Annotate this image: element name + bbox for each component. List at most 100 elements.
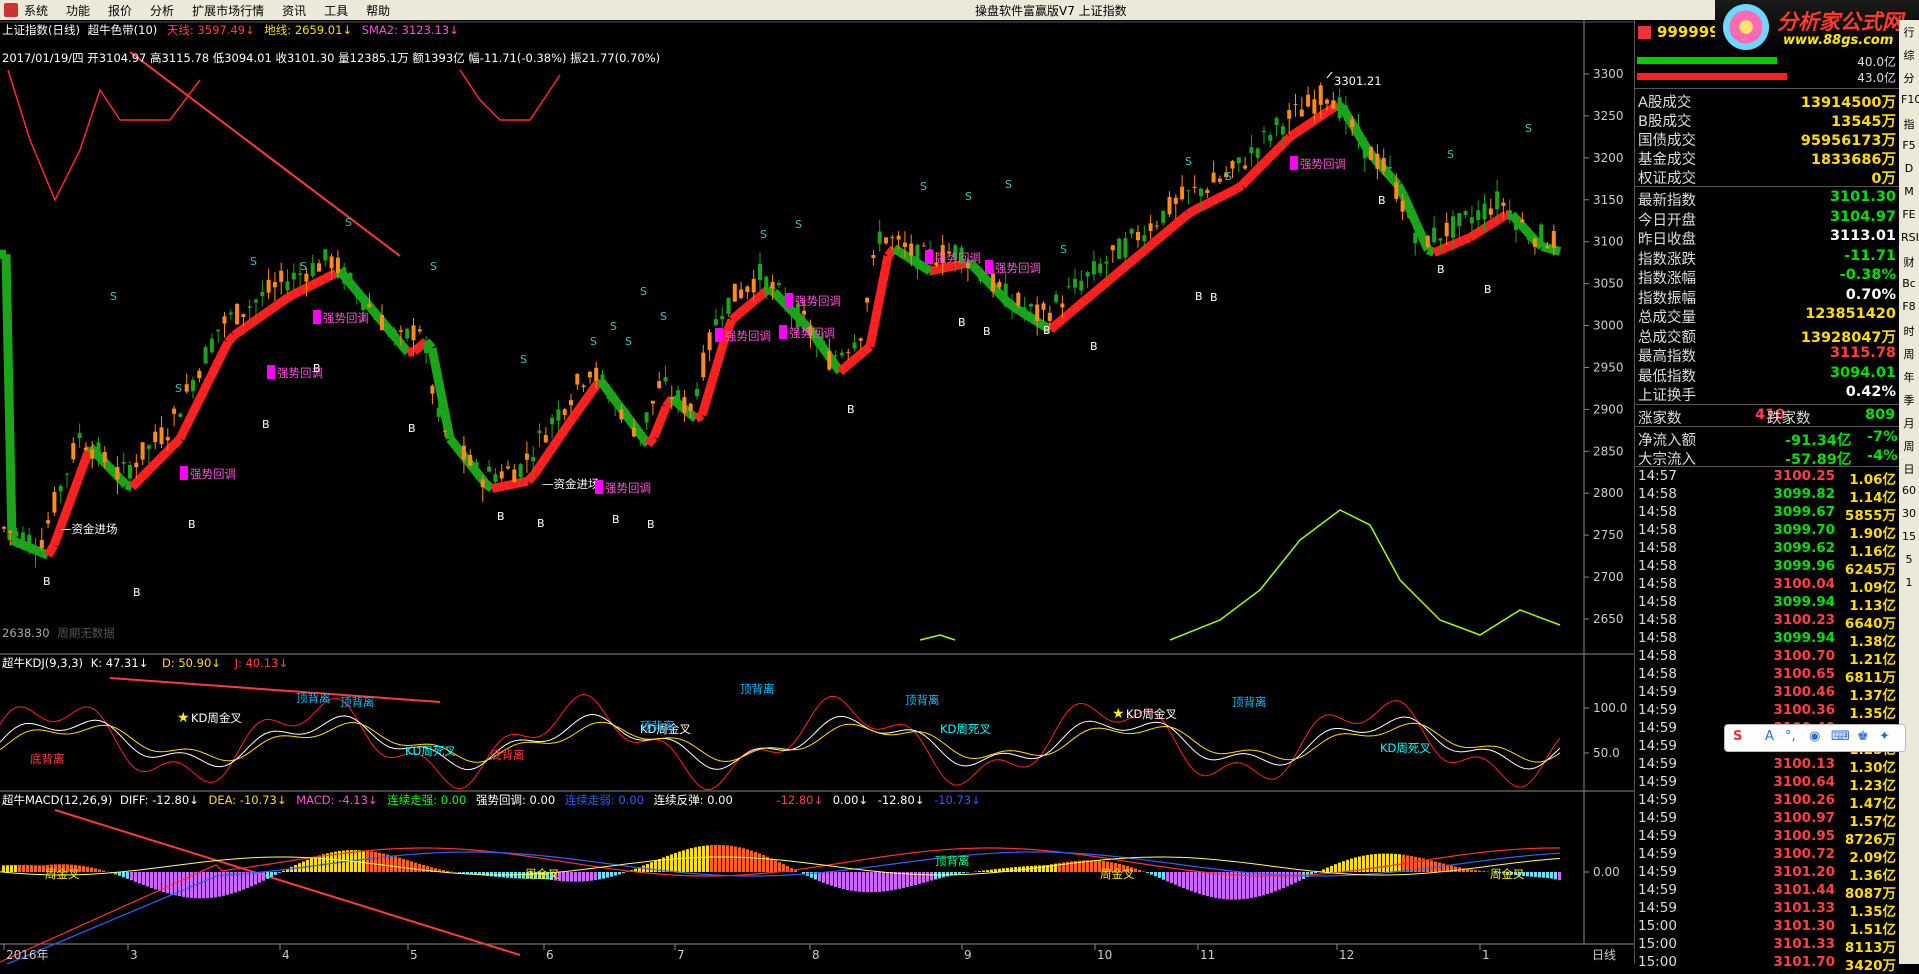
macd-bar <box>1298 872 1301 881</box>
menu-item-7[interactable]: 帮助 <box>366 2 390 19</box>
time-tick-label: 7 <box>677 948 685 962</box>
candle-body <box>1256 149 1260 158</box>
color-band-segment <box>852 357 858 362</box>
macd-bar <box>946 872 949 876</box>
macd-bar <box>198 872 201 898</box>
candle-body <box>1350 119 1354 127</box>
macd-bar <box>622 872 625 873</box>
candle-body <box>682 397 686 413</box>
toolbar-button-14[interactable]: 周 <box>1901 346 1917 362</box>
ime-punct-icon[interactable]: °, <box>1785 729 1796 744</box>
annotation-s: S <box>1225 170 1232 183</box>
ime-keyboard-icon[interactable]: ⌨ <box>1831 729 1850 744</box>
candle-body <box>865 298 869 303</box>
ime-toolbar[interactable]: S A °, ◉ ⌨ ♚ ✦ <box>1724 724 1906 752</box>
toolbar-button-8[interactable]: FE <box>1901 208 1917 221</box>
toolbar-button-7[interactable]: M <box>1901 185 1917 198</box>
color-band-segment <box>1146 244 1152 249</box>
toolbar-button-19[interactable]: 日 <box>1901 461 1917 477</box>
menu-item-2[interactable]: 报价 <box>108 2 132 19</box>
menu-item-4[interactable]: 扩展市场行情 <box>192 2 264 19</box>
tick-volume: 8113万 <box>1845 936 1896 956</box>
menu-item-3[interactable]: 分析 <box>150 2 174 19</box>
macd-bar <box>1290 872 1293 885</box>
toolbar-button-23[interactable]: 5 <box>1901 553 1917 566</box>
candle-body <box>1445 223 1449 236</box>
annotation-dbl: 顶背离 <box>640 719 675 733</box>
macd-bar <box>134 872 137 882</box>
ime-logo-icon[interactable]: S <box>1733 729 1742 744</box>
ime-skin-icon[interactable]: ♚ <box>1857 729 1869 744</box>
toolbar-button-0[interactable]: 行 <box>1901 24 1917 40</box>
annotation-qshd: 强势回调 <box>789 326 835 340</box>
color-band-segment <box>372 309 378 316</box>
annotation-b: B <box>537 517 545 530</box>
tick-row: 14:593100.461.37亿 <box>1635 684 1900 702</box>
toolbar-button-6[interactable]: D <box>1901 162 1917 175</box>
macd-bar <box>282 871 285 872</box>
macd-bar <box>414 863 417 872</box>
ime-voice-icon[interactable]: ◉ <box>1809 729 1820 744</box>
macd-bar <box>422 865 425 872</box>
macd-bar <box>1294 872 1297 883</box>
color-band-segment <box>144 469 150 475</box>
macd-bar <box>394 857 397 872</box>
macd-bar <box>154 872 157 889</box>
toolbar-button-15[interactable]: 年 <box>1901 369 1917 385</box>
macd-bar <box>718 845 721 872</box>
candle-body <box>1319 85 1323 104</box>
tick-volume: 1.51亿 <box>1849 918 1896 938</box>
color-band-segment <box>6 254 12 540</box>
toolbar-button-16[interactable]: 季 <box>1901 392 1917 408</box>
toolbar-button-12[interactable]: F8 <box>1901 300 1917 313</box>
toolbar-button-24[interactable]: 1 <box>1901 576 1917 589</box>
toolbar-button-11[interactable]: Bc <box>1901 277 1917 290</box>
chart-background <box>0 20 1634 964</box>
menu-item-5[interactable]: 资讯 <box>282 2 306 19</box>
macd-bar <box>1182 872 1185 888</box>
tick-time: 14:59 <box>1638 810 1677 826</box>
menu-item-1[interactable]: 功能 <box>66 2 90 19</box>
app-icon[interactable] <box>4 3 18 17</box>
price-tick-label: 3100 <box>1593 235 1624 249</box>
color-band-segment <box>696 415 702 418</box>
menu-item-6[interactable]: 工具 <box>324 2 348 19</box>
color-band-segment <box>1488 222 1494 226</box>
macd-bar <box>210 872 213 898</box>
macd-bar <box>1370 854 1373 872</box>
color-band-segment <box>414 347 420 352</box>
quote-panel: 999999 40.0亿 43.0亿 A股成交13914500万B股成交1354… <box>1634 20 1900 964</box>
qshd-marker <box>1290 156 1298 170</box>
macd-bar <box>878 872 881 892</box>
ime-tools-icon[interactable]: ✦ <box>1879 729 1890 744</box>
color-band-segment <box>924 267 930 271</box>
macd-bar <box>1238 872 1241 900</box>
menu-item-0[interactable]: 系统 <box>24 2 48 19</box>
toolbar-button-17[interactable]: 月 <box>1901 415 1917 431</box>
toolbar-button-20[interactable]: 60 <box>1901 484 1917 497</box>
toolbar-button-22[interactable]: 15 <box>1901 530 1917 543</box>
toolbar-button-5[interactable]: F5 <box>1901 139 1917 152</box>
candle-body <box>1029 304 1033 307</box>
ime-mode-icon[interactable]: A <box>1765 729 1774 744</box>
toolbar-button-3[interactable]: F10 <box>1901 93 1917 106</box>
color-band-segment <box>654 422 660 437</box>
toolbar-button-13[interactable]: 时 <box>1901 323 1917 339</box>
toolbar-button-1[interactable]: 综 <box>1901 47 1917 63</box>
toolbar-button-2[interactable]: 分 <box>1901 70 1917 86</box>
toolbar-button-9[interactable]: RSI <box>1901 231 1917 244</box>
tick-time: 14:58 <box>1638 558 1677 574</box>
tick-time: 14:58 <box>1638 648 1677 664</box>
toolbar-button-10[interactable]: 财 <box>1901 254 1917 270</box>
macd-bar <box>270 872 273 877</box>
macd-bar <box>734 847 737 872</box>
logo-flower-icon <box>1723 4 1769 50</box>
toolbar-button-21[interactable]: 30 <box>1901 507 1917 520</box>
color-band-segment <box>288 294 294 297</box>
chart-area[interactable]: 3300325032003150310030503000295029002850… <box>0 20 1634 964</box>
macd-bar <box>918 872 921 884</box>
candle-body <box>443 431 447 432</box>
toolbar-button-18[interactable]: 周 <box>1901 438 1917 454</box>
toolbar-button-4[interactable]: 指 <box>1901 116 1917 132</box>
macd-bar <box>1162 872 1165 880</box>
